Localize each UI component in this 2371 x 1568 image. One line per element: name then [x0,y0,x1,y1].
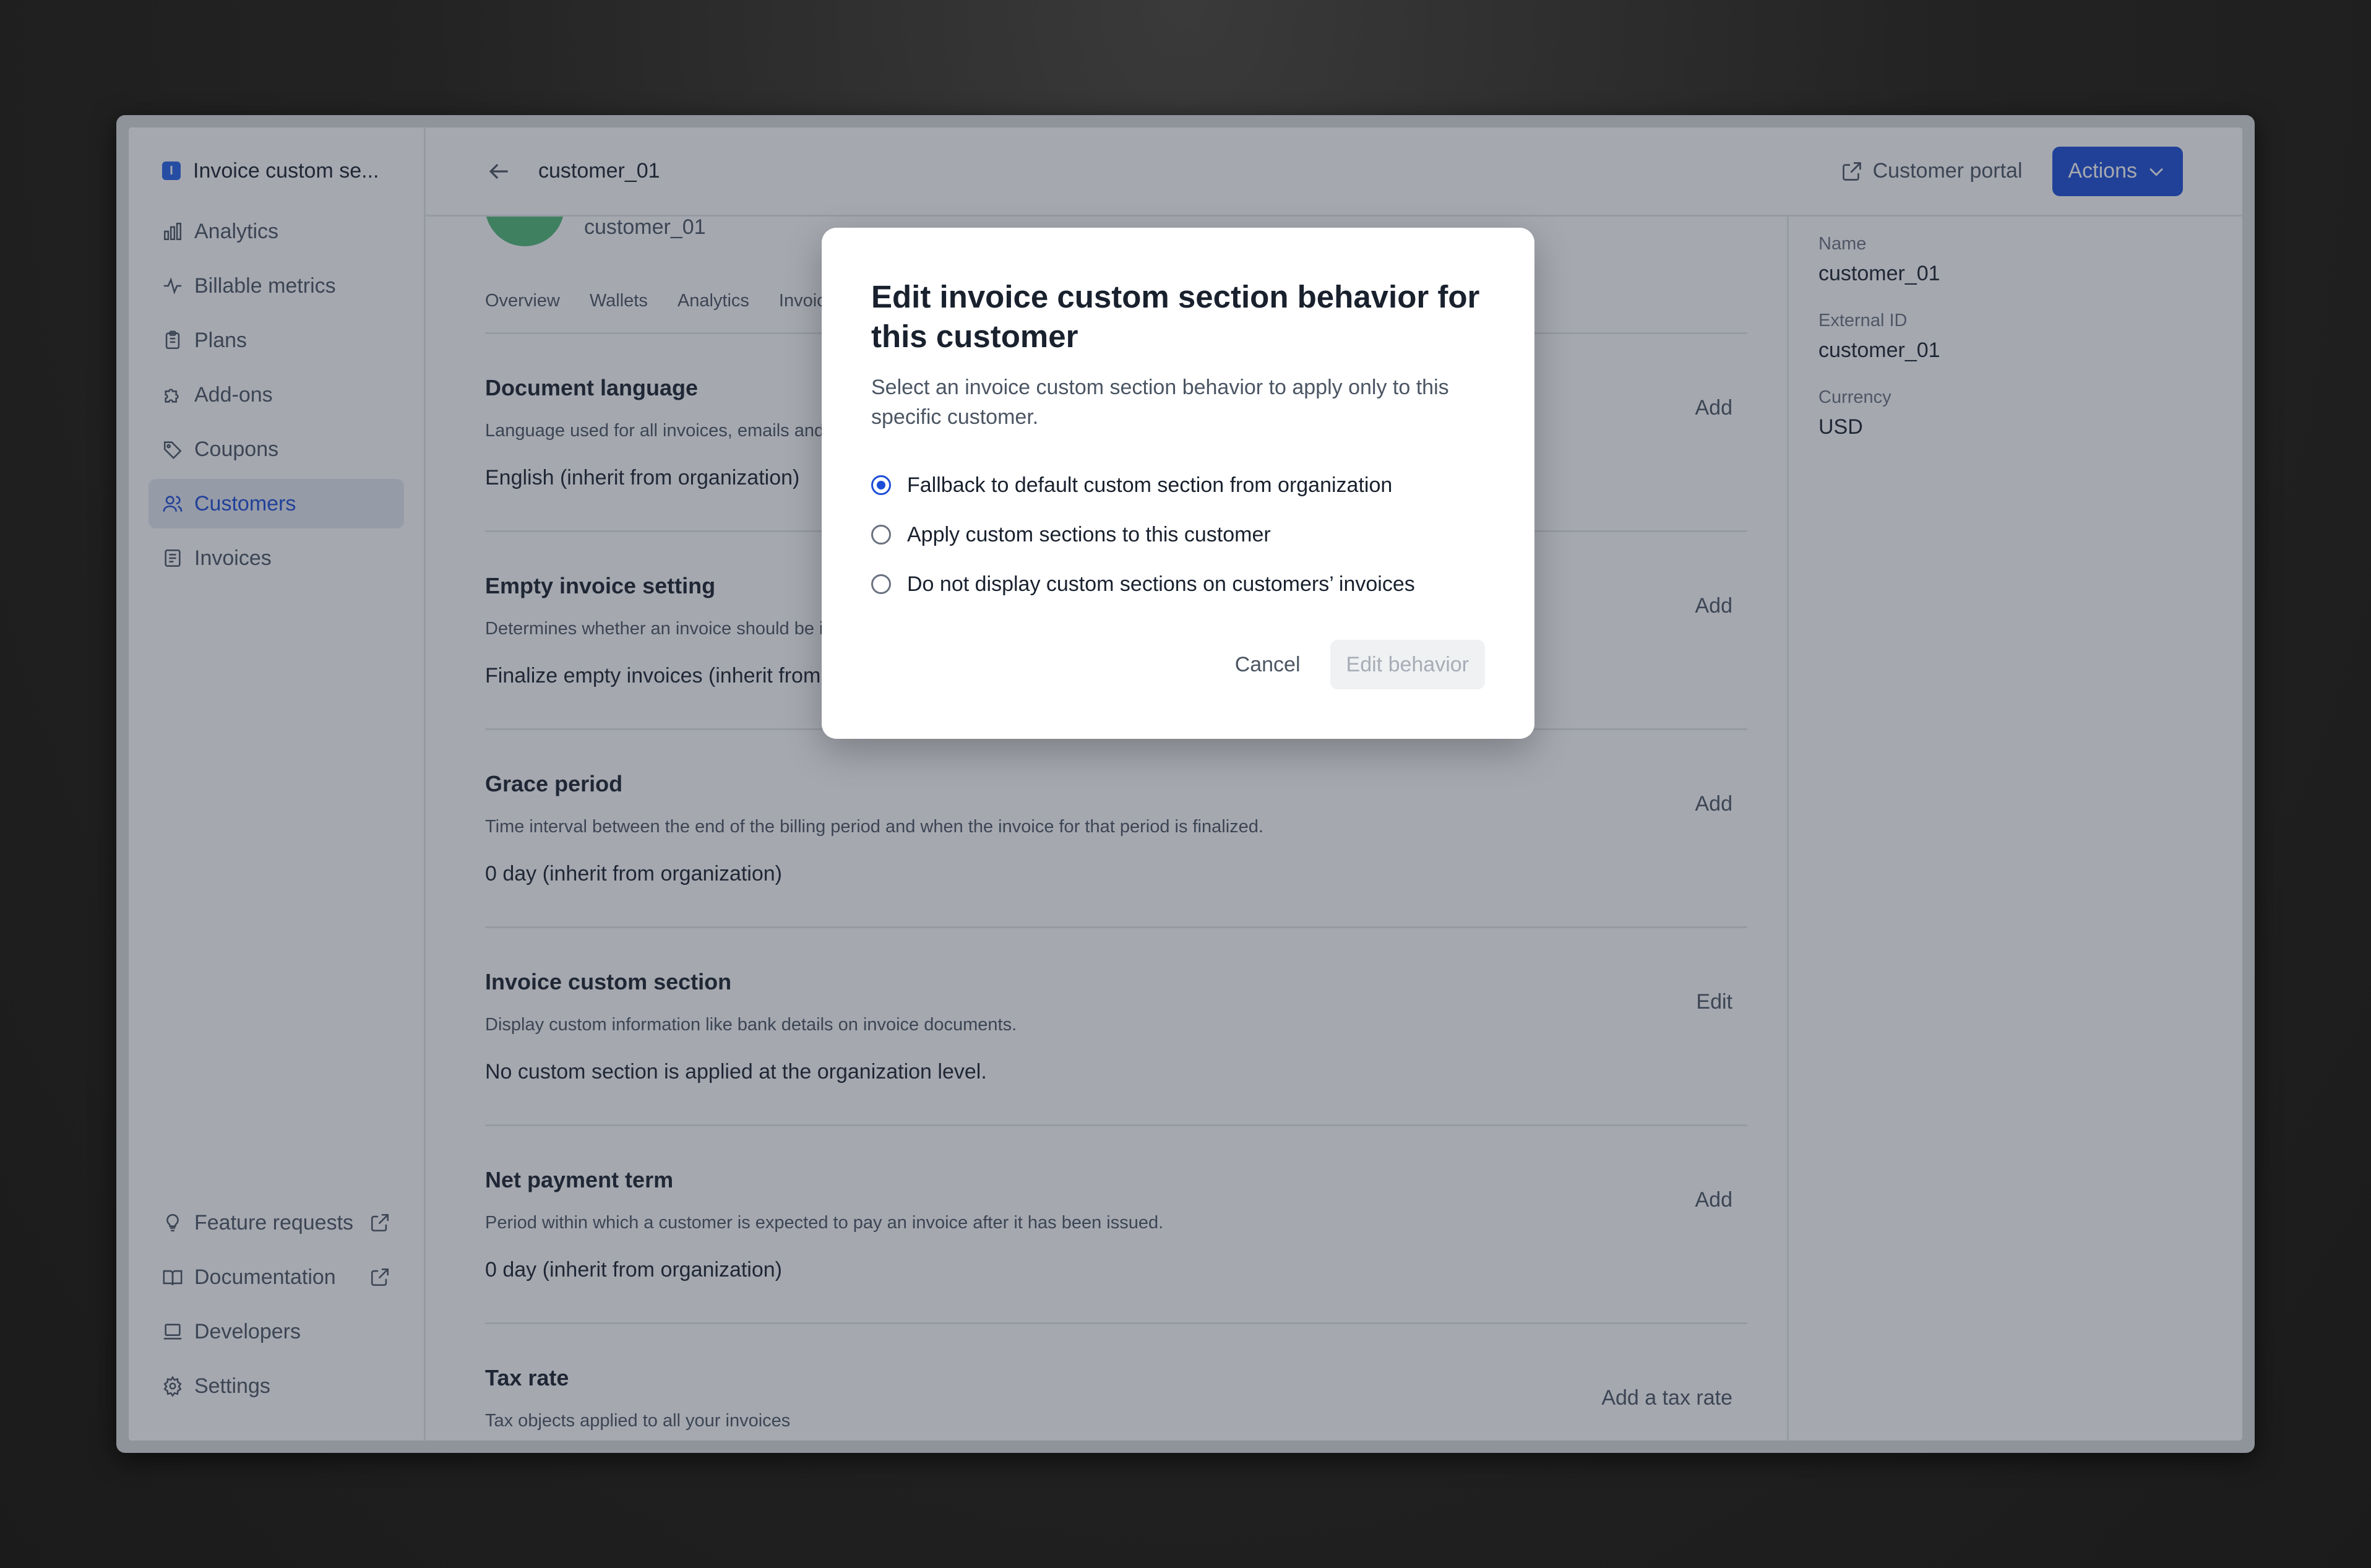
option-label: Do not display custom sections on custom… [907,572,1415,596]
edit-behavior-button[interactable]: Edit behavior [1330,640,1485,689]
behavior-options: Fallback to default custom section from … [871,460,1485,609]
dialog-title: Edit invoice custom section behavior for… [871,279,1480,354]
option-apply-custom-sections[interactable]: Apply custom sections to this customer [871,510,1485,559]
option-label: Fallback to default custom section from … [907,473,1393,497]
dialog-description: Select an invoice custom section behavio… [871,376,1449,429]
option-fallback-default[interactable]: Fallback to default custom section from … [871,460,1485,510]
app-window: I Invoice custom se... Analytics Billabl… [116,115,2255,1453]
radio-button[interactable] [871,525,891,545]
radio-button[interactable] [871,574,891,594]
cancel-button[interactable]: Cancel [1220,640,1315,689]
dialog-actions: Cancel Edit behavior [1220,640,1485,689]
app-container: I Invoice custom se... Analytics Billabl… [129,127,2242,1441]
option-label: Apply custom sections to this customer [907,522,1271,546]
option-do-not-display[interactable]: Do not display custom sections on custom… [871,559,1485,609]
radio-button-selected[interactable] [871,475,891,495]
edit-behavior-dialog: Edit invoice custom section behavior for… [822,228,1534,739]
